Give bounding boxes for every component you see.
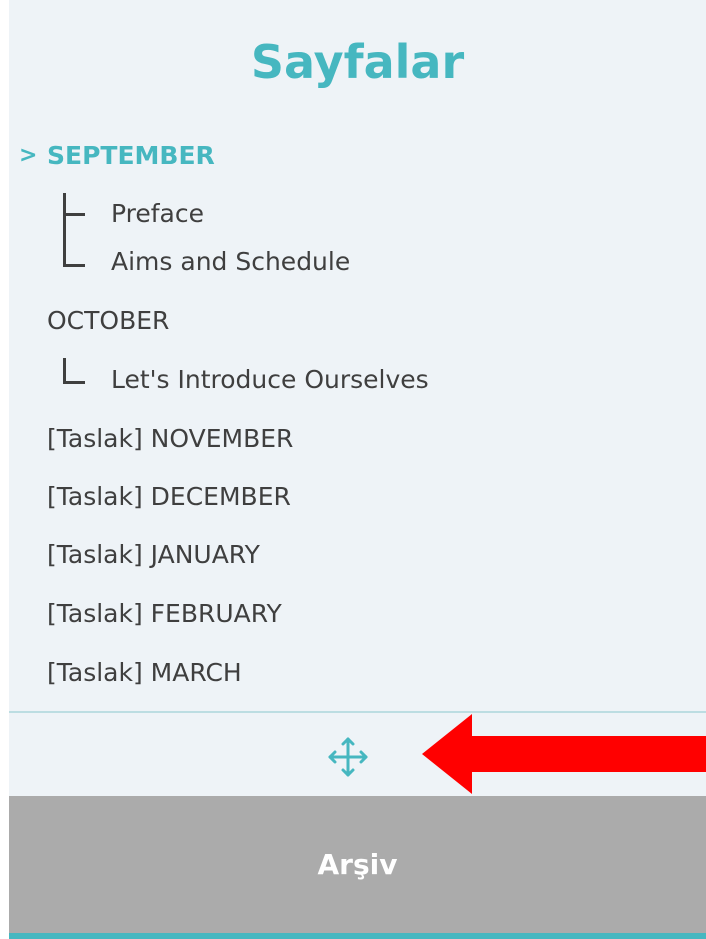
pages-panel: Sayfalar > SEPTEMBER Preface Aims and Sc… [9,0,706,939]
tree-item-march[interactable]: [Taslak] MARCH [47,656,242,690]
tree-item-december[interactable]: [Taslak] DECEMBER [47,480,291,514]
tree-connector [63,264,85,267]
tree-subitem-preface[interactable]: Preface [111,197,204,231]
bottom-accent-bar [9,933,706,939]
tree-item-february[interactable]: [Taslak] FEBRUARY [47,597,282,631]
archive-button[interactable]: Arşiv [9,796,706,933]
tree-item-november[interactable]: [Taslak] NOVEMBER [47,422,293,456]
move-handle[interactable] [324,733,372,781]
move-icon [328,737,368,777]
red-arrow-annotation [422,714,706,794]
tree-item-january[interactable]: [Taslak] JANUARY [47,538,260,572]
panel-title: Sayfalar [250,35,465,89]
tree-subitem-aims-and-schedule[interactable]: Aims and Schedule [111,245,350,279]
tree-connector [63,213,85,216]
tree-item-october[interactable]: OCTOBER [47,304,169,338]
active-chevron-icon: > [19,143,38,168]
tree-item-september[interactable]: SEPTEMBER [47,139,215,173]
tree-connector [63,193,66,267]
tree-connector [63,381,85,384]
tree-subitem-lets-introduce-ourselves[interactable]: Let's Introduce Ourselves [111,363,429,397]
